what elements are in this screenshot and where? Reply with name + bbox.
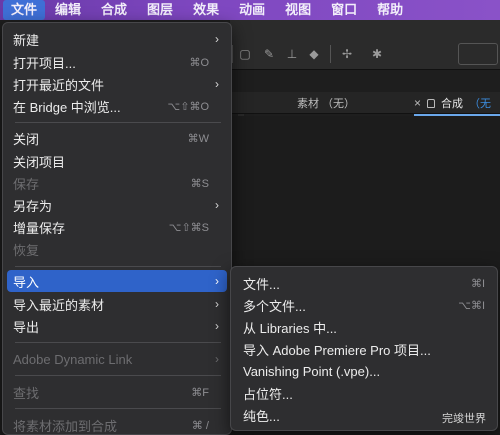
menu-item-dynamic-link: Adobe Dynamic Link › [7,348,227,370]
snapping-toggle[interactable] [458,43,498,65]
chevron-right-icon: › [215,297,219,311]
menu-item-label: 恢复 [13,242,40,258]
menu-item-label: 导入最近的素材 [13,297,105,313]
toolbar-separator [330,45,331,63]
menu-item-revert: 恢复 [7,238,227,260]
watermark: 完竣世界 [442,413,486,425]
submenu-item-multiple-files[interactable]: 多个文件... ⌥⌘I [235,294,493,316]
shortcut: ⌥⌘I [458,299,485,312]
menu-item-new[interactable]: 新建 › [7,28,227,50]
submenu-item-from-libraries[interactable]: 从 Libraries 中... [235,316,493,338]
menu-item-label: 关闭项目 [13,154,66,170]
menu-item-save: 保存 ⌘S [7,172,227,194]
menu-item-label: 新建 [13,32,40,48]
comp-tab-value: （无 [469,98,492,110]
menu-bar: 文件 编辑 合成 图层 效果 动画 视图 窗口 帮助 [0,0,500,20]
menu-item-open-project[interactable]: 打开项目... ⌘O [7,51,227,73]
shortcut: ⌘F [191,386,209,399]
menu-separator [15,342,221,343]
menu-item-label: 导出 [13,319,40,335]
menu-window[interactable]: 窗口 [321,0,367,20]
menu-separator [15,408,221,409]
lock-icon[interactable] [427,98,436,108]
menu-item-label: 在 Bridge 中浏览... [13,99,121,115]
file-menu-dropdown: 新建 › 打开项目... ⌘O 打开最近的文件 › 在 Bridge 中浏览..… [2,22,232,435]
shortcut: ⌘ / [191,419,209,432]
eraser-tool-icon[interactable]: ◆ [307,47,321,61]
menu-item-browse-bridge[interactable]: 在 Bridge 中浏览... ⌥⇧⌘O [7,95,227,117]
menu-item-label: 占位符... [243,386,293,402]
menu-item-open-recent[interactable]: 打开最近的文件 › [7,73,227,95]
menu-item-label: 多个文件... [243,298,306,314]
pen-tool-icon[interactable]: ✎ [262,47,276,61]
menu-composition[interactable]: 合成 [91,0,137,20]
menu-item-increment-save[interactable]: 增量保存 ⌥⇧⌘S [7,216,227,238]
menu-item-label: 将素材添加到合成 [13,418,118,434]
menu-item-label: 导入 Adobe Premiere Pro 项目... [243,342,431,358]
menu-item-label: 打开最近的文件 [13,77,105,93]
import-submenu: 文件... ⌘I 多个文件... ⌥⌘I 从 Libraries 中... 导入… [230,266,498,431]
comp-tab-label: 合成 [441,98,464,110]
menu-animation[interactable]: 动画 [229,0,275,20]
menu-item-label: 从 Libraries 中... [243,320,337,336]
shortcut: ⌘S [190,177,209,190]
menu-effect[interactable]: 效果 [183,0,229,20]
menu-item-import-recent[interactable]: 导入最近的素材 › [7,293,227,315]
menu-item-add-footage-to-comp: 将素材添加到合成 ⌘ / [7,414,227,435]
menu-item-save-as[interactable]: 另存为 › [7,194,227,216]
menu-item-export[interactable]: 导出 › [7,315,227,337]
menu-edit[interactable]: 编辑 [45,0,91,20]
shortcut: ⌘I [470,277,485,290]
menu-separator [15,375,221,376]
stamp-tool-icon[interactable]: ⊥ [285,47,299,61]
puppet-pin-icon[interactable]: ✱ [370,47,384,61]
menu-item-label: 保存 [13,176,40,192]
shortcut: ⌥⇧⌘S [168,221,209,234]
tab-project-footage[interactable]: 素材 （无） [297,95,355,111]
shortcut: ⌘O [189,56,209,69]
submenu-item-premiere-project[interactable]: 导入 Adobe Premiere Pro 项目... [235,338,493,360]
chevron-right-icon: › [215,352,219,366]
menu-view[interactable]: 视图 [275,0,321,20]
chevron-right-icon: › [215,274,219,288]
menu-item-label: 另存为 [13,198,53,214]
menu-file[interactable]: 文件 [3,0,46,20]
chevron-right-icon: › [215,77,219,91]
menu-item-label: 查找 [13,385,40,401]
menu-layer[interactable]: 图层 [137,0,183,20]
menu-item-label: 增量保存 [13,220,66,236]
menu-help[interactable]: 帮助 [367,0,413,20]
chevron-right-icon: › [215,319,219,333]
shape-tool-icon[interactable]: ▢ [238,47,252,61]
menu-item-close-project[interactable]: 关闭项目 [7,150,227,172]
roto-brush-icon[interactable]: ✢ [340,47,354,61]
menu-item-label: 打开项目... [13,55,76,71]
submenu-item-file[interactable]: 文件... ⌘I [235,272,493,294]
menu-item-find: 查找 ⌘F [7,381,227,403]
menu-item-label: 导入 [13,274,40,290]
chevron-right-icon: › [215,32,219,46]
menu-separator [15,122,221,123]
menu-separator [15,266,221,267]
menu-item-label: 文件... [243,276,280,292]
menu-item-close[interactable]: 关闭 ⌘W [7,127,227,149]
tab-composition[interactable]: × 合成 （无 [414,95,491,111]
menu-item-import[interactable]: 导入 › [7,270,227,292]
shortcut: ⌘W [187,132,209,145]
menu-item-label: Adobe Dynamic Link [13,351,133,367]
submenu-item-vanishing-point[interactable]: Vanishing Point (.vpe)... [235,360,493,382]
close-icon[interactable]: × [414,96,421,110]
toolbar-separator [232,45,233,63]
menu-item-label: Vanishing Point (.vpe)... [243,363,381,379]
menu-item-label: 关闭 [13,131,40,147]
shortcut: ⌥⇧⌘O [167,100,209,113]
submenu-item-placeholder[interactable]: 占位符... [235,382,493,404]
chevron-right-icon: › [215,198,219,212]
